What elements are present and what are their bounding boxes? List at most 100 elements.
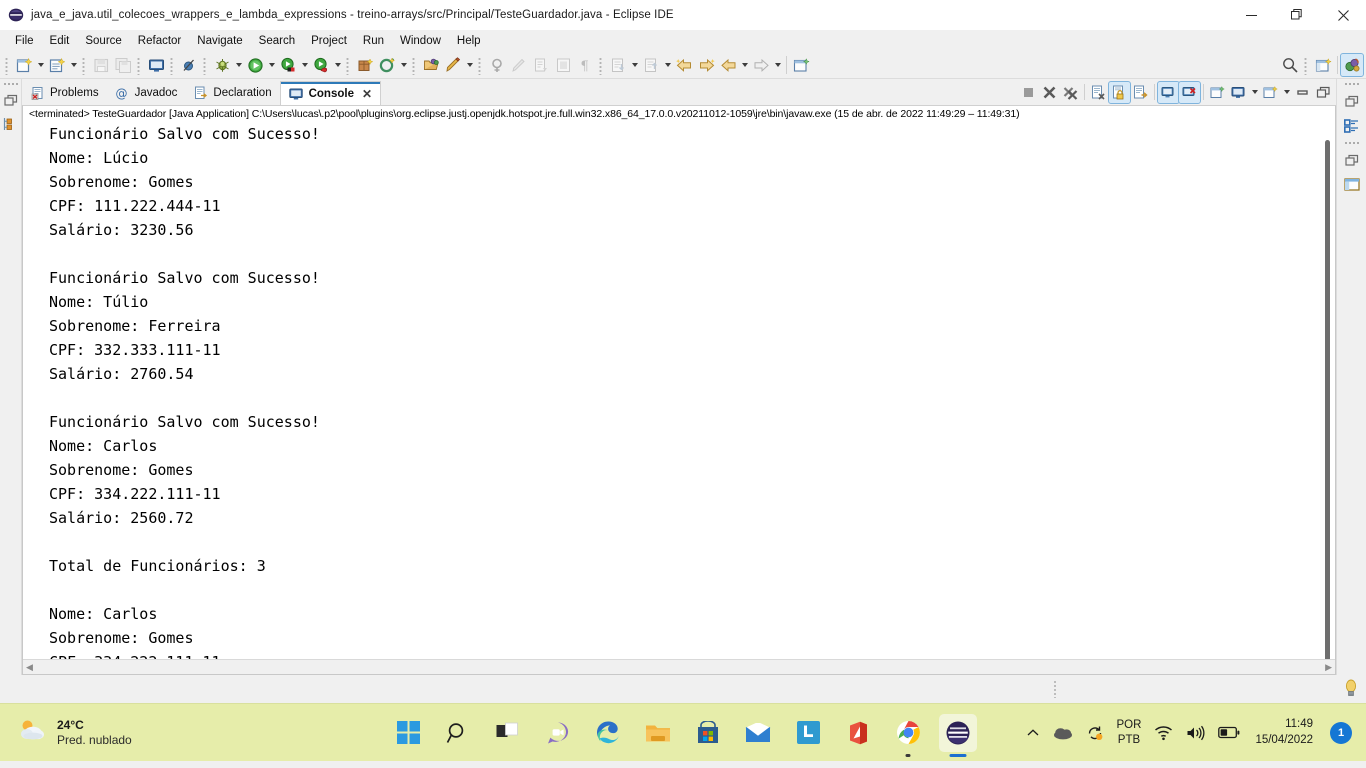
left-rail-grip[interactable] <box>2 82 19 87</box>
menu-run[interactable]: Run <box>355 33 392 49</box>
console-horizontal-scrollbar[interactable]: ◀ ▶ <box>23 659 1335 674</box>
toolbar-grip-2[interactable] <box>81 55 88 75</box>
weather-widget[interactable]: 24°C Pred. nublado <box>0 717 132 748</box>
status-indicator-icon[interactable] <box>1344 678 1358 705</box>
folder-icon[interactable] <box>639 714 677 752</box>
tab-console[interactable]: Console ✕ <box>279 81 382 105</box>
battery-icon[interactable] <box>1218 726 1240 739</box>
package-explorer-icon[interactable] <box>2 115 20 133</box>
new-annotation-dropdown[interactable] <box>398 54 409 76</box>
task-view-icon[interactable] <box>489 714 527 752</box>
new-console-view-icon[interactable] <box>1260 82 1281 103</box>
new-wizard-dropdown[interactable] <box>35 54 46 76</box>
new-java-class-icon[interactable] <box>46 54 68 76</box>
display-selected-console-icon[interactable] <box>1178 80 1201 104</box>
status-bar-grip[interactable] <box>1053 680 1056 698</box>
tab-problems[interactable]: Problems <box>22 81 107 105</box>
debug-dropdown[interactable] <box>233 54 244 76</box>
menu-window[interactable]: Window <box>392 33 449 49</box>
toolbar-grip-3[interactable] <box>136 55 143 75</box>
menu-edit[interactable]: Edit <box>42 33 78 49</box>
new-console-view-dropdown[interactable] <box>1281 81 1292 103</box>
back-nav-dropdown[interactable] <box>739 54 750 76</box>
debug-icon[interactable] <box>211 54 233 76</box>
toolbar-grip-5[interactable] <box>202 55 209 75</box>
right-rail-grip-2[interactable] <box>1343 141 1360 146</box>
toolbar-grip-6[interactable] <box>345 55 352 75</box>
edge-icon[interactable] <box>589 714 627 752</box>
restore-right-icon[interactable] <box>1343 93 1361 111</box>
toolbar-grip-8[interactable] <box>477 55 484 75</box>
menu-project[interactable]: Project <box>303 33 355 49</box>
outline-view-icon[interactable] <box>1343 117 1361 135</box>
open-type-icon[interactable] <box>420 54 442 76</box>
menu-refactor[interactable]: Refactor <box>130 33 189 49</box>
pin-console-icon[interactable] <box>1157 80 1180 104</box>
onedrive-icon[interactable] <box>1053 726 1073 740</box>
right-rail-grip[interactable] <box>1343 82 1360 87</box>
eclipse-icon[interactable] <box>939 713 977 752</box>
toolbar-grip-9[interactable] <box>598 55 605 75</box>
last-edit-dropdown[interactable] <box>629 54 640 76</box>
skip-breakpoints-icon[interactable] <box>178 54 200 76</box>
scroll-lock-icon[interactable] <box>1108 80 1131 104</box>
chat-icon[interactable] <box>539 714 577 752</box>
search-tool-icon[interactable] <box>442 54 464 76</box>
restore-left-icon[interactable] <box>2 92 20 110</box>
forward-nav-dropdown[interactable] <box>772 54 783 76</box>
office-icon[interactable] <box>839 714 877 752</box>
new-java-class-dropdown[interactable] <box>68 54 79 76</box>
new-wizard-icon[interactable] <box>13 54 35 76</box>
run-dropdown[interactable] <box>266 54 277 76</box>
new-package-icon[interactable] <box>354 54 376 76</box>
back-nav-icon[interactable] <box>717 54 739 76</box>
remove-all-launches-icon[interactable] <box>1060 82 1081 103</box>
menu-file[interactable]: File <box>7 33 42 49</box>
tab-javadoc[interactable]: @ Javadoc <box>107 81 186 105</box>
search-icon[interactable] <box>439 714 477 752</box>
store-icon[interactable] <box>689 714 727 752</box>
minimize-button[interactable] <box>1228 0 1274 30</box>
console-view-icon[interactable] <box>145 54 167 76</box>
external-tools-dropdown[interactable] <box>299 54 310 76</box>
sync-icon[interactable] <box>1086 724 1104 742</box>
java-perspective-icon[interactable] <box>1340 53 1364 77</box>
new-annotation-icon[interactable] <box>376 54 398 76</box>
chrome-icon[interactable] <box>889 714 927 752</box>
menu-search[interactable]: Search <box>251 33 303 49</box>
clock[interactable]: 11:49 15/04/2022 <box>1255 717 1313 748</box>
toolbar-grip[interactable] <box>4 55 11 75</box>
run-icon[interactable] <box>244 54 266 76</box>
menu-source[interactable]: Source <box>77 33 129 49</box>
restore-right-icon-2[interactable] <box>1343 152 1361 170</box>
scroll-right-icon[interactable]: ▶ <box>1325 662 1332 672</box>
new-window-icon[interactable] <box>790 54 812 76</box>
open-perspective-icon[interactable] <box>1312 54 1334 76</box>
wifi-icon[interactable] <box>1154 725 1173 741</box>
show-console-on-output-icon[interactable] <box>1130 82 1151 103</box>
remove-launch-icon[interactable] <box>1039 82 1060 103</box>
search-tool-dropdown[interactable] <box>464 54 475 76</box>
toolbar-grip-7[interactable] <box>411 55 418 75</box>
task-list-icon[interactable] <box>1343 176 1361 194</box>
volume-icon[interactable] <box>1186 725 1205 741</box>
console-output-text[interactable]: Funcionário Salvo com Sucesso! Nome: Lúc… <box>23 122 1320 659</box>
menu-help[interactable]: Help <box>449 33 489 49</box>
linkedin-icon[interactable] <box>789 714 827 752</box>
notification-badge[interactable]: 1 <box>1330 721 1352 744</box>
maximize-view-icon[interactable] <box>1313 82 1334 103</box>
run-coverage-dropdown[interactable] <box>332 54 343 76</box>
open-console-icon[interactable] <box>1207 82 1228 103</box>
language-indicator[interactable]: POR PTB <box>1117 718 1142 748</box>
close-icon[interactable]: ✕ <box>362 88 372 100</box>
forward-history-icon[interactable] <box>695 54 717 76</box>
run-external-tools-icon[interactable] <box>277 54 299 76</box>
back-history-icon[interactable] <box>673 54 695 76</box>
mail-icon[interactable] <box>739 714 777 752</box>
clear-console-icon[interactable] <box>1088 82 1109 103</box>
run-coverage-icon[interactable] <box>310 54 332 76</box>
start-button[interactable] <box>389 714 427 752</box>
minimize-view-icon[interactable] <box>1292 82 1313 103</box>
toolbar-grip-4[interactable] <box>169 55 176 75</box>
chevron-up-icon[interactable] <box>1026 726 1040 740</box>
